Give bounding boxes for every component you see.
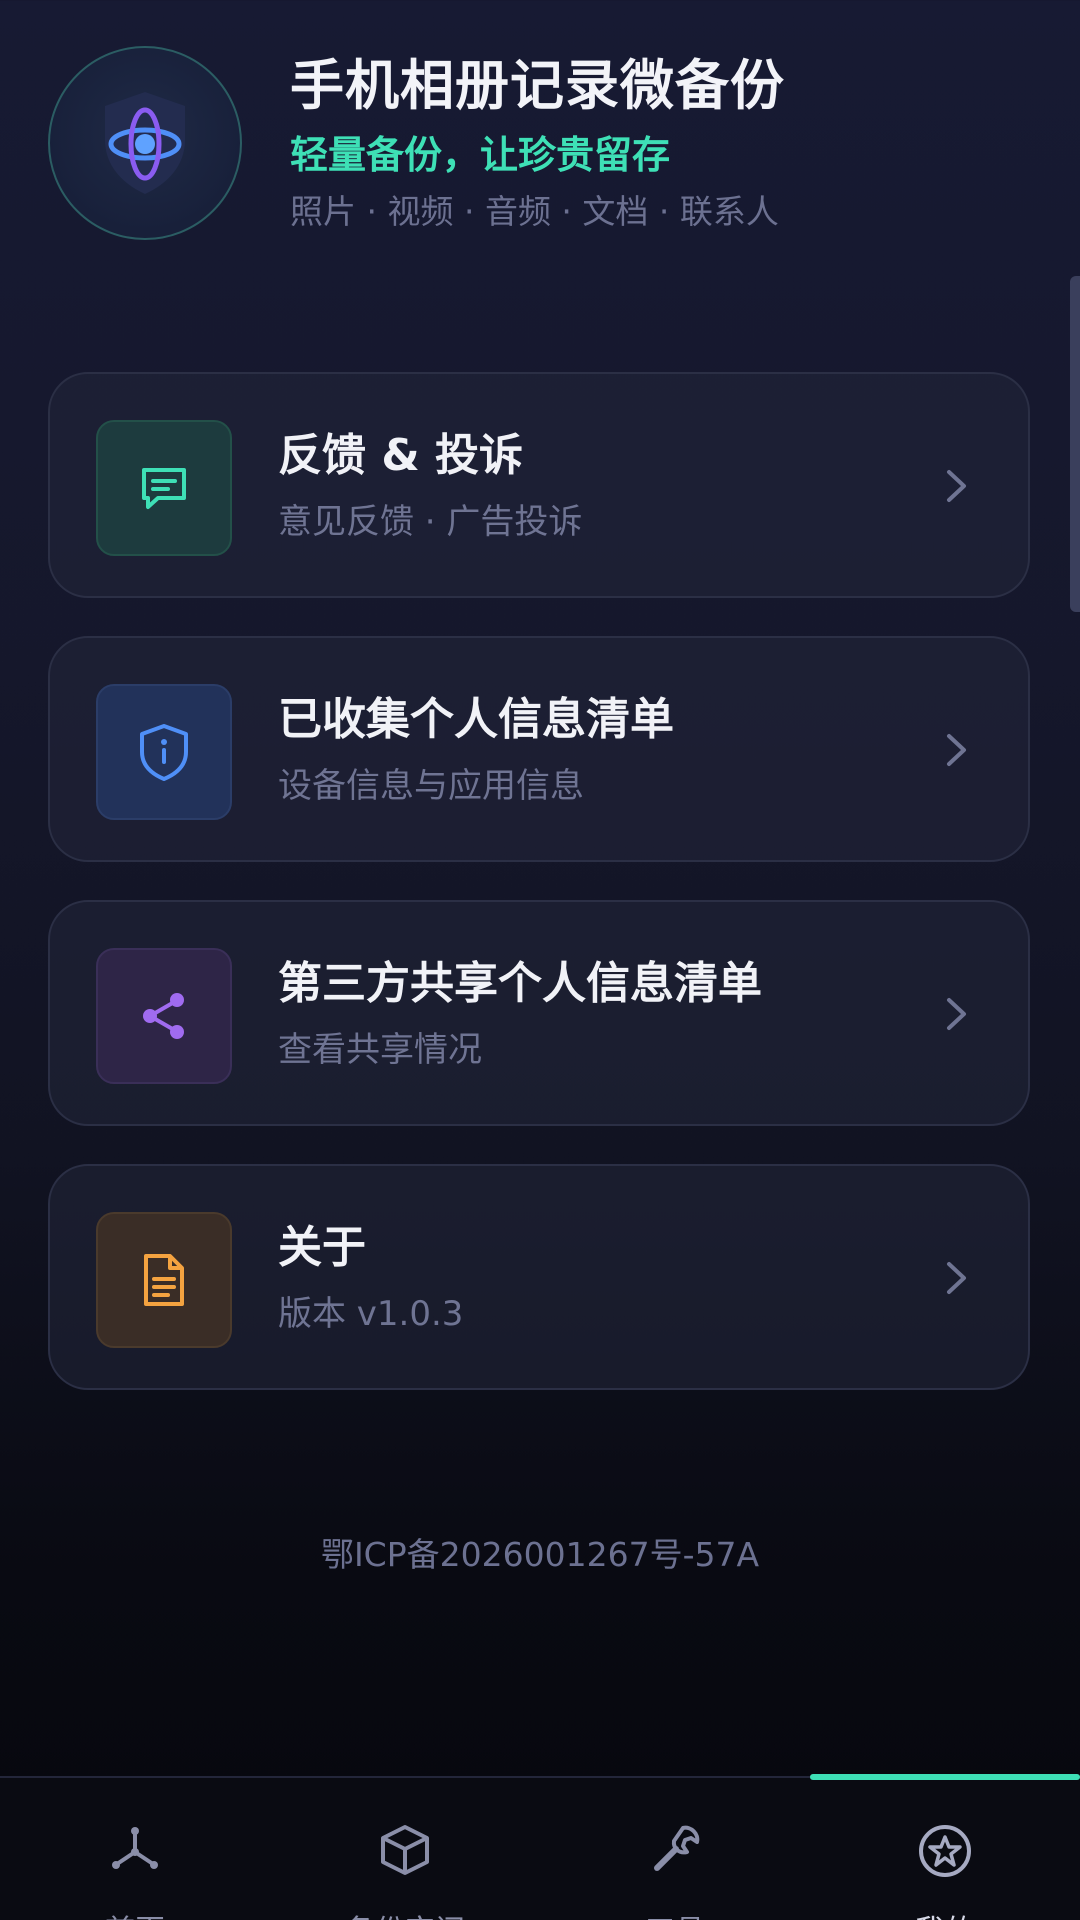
menu-subtitle: 设备信息与应用信息 [278,766,584,806]
menu-item-collected-info[interactable]: 已收集个人信息清单 设备信息与应用信息 [48,636,1030,862]
chevron-right-icon [947,734,966,766]
chevron-right-icon [947,470,966,502]
atom-shield-icon [105,92,185,194]
menu-item-third-party-sharing[interactable]: 第三方共享个人信息清单 查看共享情况 [48,900,1030,1126]
star-icon [919,1825,971,1877]
chevron-right-icon [947,1262,966,1294]
box-icon [381,1825,429,1875]
nav-item-home[interactable]: 首页 [0,1778,270,1920]
menu-subtitle: 查看共享情况 [278,1030,482,1070]
message-icon [142,468,186,509]
wrench-icon [654,1825,700,1871]
share-icon [143,993,184,1039]
sharing-icon-box [96,948,232,1084]
network-icon [112,1827,158,1869]
collected-info-icon-box [96,684,232,820]
menu-subtitle: 意见反馈 · 广告投诉 [278,502,583,542]
app-logo [48,46,242,240]
menu-title: 已收集个人信息清单 [278,694,674,745]
menu-subtitle: 版本 v1.0.3 [278,1294,464,1334]
nav-item-backup-space[interactable]: 备份空间 [270,1778,540,1920]
nav-label: 我的 [810,1906,1080,1920]
backup-types: 照片 · 视频 · 音频 · 文档 · 联系人 [290,192,779,231]
shield-info-icon [140,724,188,781]
bottom-nav: 首页 备份空间 工具 我的 [0,1774,1080,1920]
feedback-icon-box [96,420,232,556]
app-header: 手机相册记录微备份 轻量备份，让珍贵留存 照片 · 视频 · 音频 · 文档 ·… [290,52,785,234]
icp-license-link[interactable]: 鄂ICP备2026001267号-57A [0,1528,1080,1576]
menu-title: 第三方共享个人信息清单 [278,958,762,1009]
nav-item-mine[interactable]: 我的 [810,1778,1080,1920]
document-icon [144,1254,184,1306]
about-icon-box [96,1212,232,1348]
nav-label: 备份空间 [270,1906,540,1920]
menu-item-about[interactable]: 关于 版本 v1.0.3 [48,1164,1030,1390]
nav-label: 首页 [0,1906,270,1920]
nav-label: 工具 [540,1906,810,1920]
menu-title: 关于 [278,1222,366,1273]
nav-item-tools[interactable]: 工具 [540,1778,810,1920]
menu-item-feedback[interactable]: 反馈 & 投诉 意见反馈 · 广告投诉 [48,372,1030,598]
scrollbar[interactable] [1070,276,1080,612]
menu-title: 反馈 & 投诉 [278,430,524,481]
app-title: 手机相册记录微备份 [290,54,785,117]
app-slogan: 轻量备份，让珍贵留存 [290,133,671,177]
chevron-right-icon [947,998,966,1030]
